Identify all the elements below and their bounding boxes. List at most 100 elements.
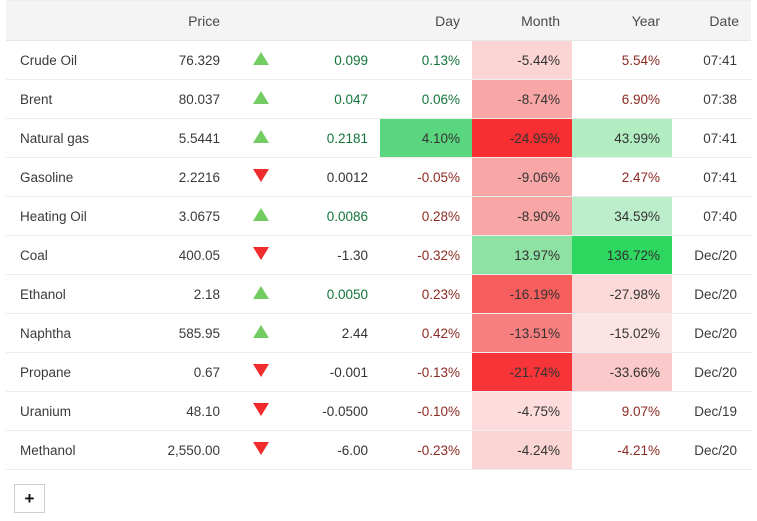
- commodity-day-pct: 0.13%: [380, 40, 472, 80]
- arrow-down-icon: [253, 169, 269, 182]
- table-row[interactable]: Gasoline 2.2216 0.0012 -0.05% -9.06% 2.47% 07:…: [6, 157, 751, 197]
- direction-cell: [232, 274, 290, 314]
- direction-cell: [232, 235, 290, 275]
- table-row[interactable]: Ethanol 2.18 0.0050 0.23% -16.19% -27.98% Dec/…: [6, 274, 751, 314]
- commodity-name[interactable]: Coal: [6, 235, 128, 275]
- direction-cell: [232, 40, 290, 80]
- table-row[interactable]: Propane 0.67 -0.001 -0.13% -21.74% -33.66% Dec…: [6, 352, 751, 392]
- arrow-up-icon: [253, 91, 269, 104]
- commodity-change: -1.30: [290, 235, 380, 275]
- commodity-year-pct: 2.47%: [572, 157, 672, 197]
- commodity-month-pct: -8.90%: [472, 196, 572, 236]
- commodity-change: -0.001: [290, 352, 380, 392]
- commodity-day-pct: 0.06%: [380, 79, 472, 119]
- column-header-year[interactable]: Year: [572, 0, 672, 41]
- commodity-name[interactable]: Propane: [6, 352, 128, 392]
- arrow-up-icon: [253, 325, 269, 338]
- commodity-year-pct: -33.66%: [572, 352, 672, 392]
- commodity-price: 2,550.00: [128, 430, 232, 470]
- commodity-price: 400.05: [128, 235, 232, 275]
- commodity-day-pct: -0.23%: [380, 430, 472, 470]
- column-header-day[interactable]: Day: [380, 0, 472, 41]
- commodity-date: 07:40: [672, 196, 751, 236]
- commodity-price: 2.18: [128, 274, 232, 314]
- column-header-direction: [232, 0, 290, 41]
- commodity-day-pct: 0.28%: [380, 196, 472, 236]
- commodity-day-pct: 4.10%: [380, 118, 472, 158]
- commodity-year-pct: 34.59%: [572, 196, 672, 236]
- commodity-date: Dec/20: [672, 352, 751, 392]
- commodities-table: Price Day Month Year Date Crude Oil 76.32…: [6, 0, 751, 470]
- direction-cell: [232, 79, 290, 119]
- table-header: Price Day Month Year Date: [6, 0, 751, 41]
- commodity-name[interactable]: Uranium: [6, 391, 128, 431]
- table-body: Crude Oil 76.329 0.099 0.13% -5.44% 5.54% 07:4…: [6, 40, 751, 470]
- add-commodity-button[interactable]: +: [14, 484, 45, 513]
- table-row[interactable]: Brent 80.037 0.047 0.06% -8.74% 6.90% 07:38: [6, 79, 751, 119]
- commodity-day-pct: -0.10%: [380, 391, 472, 431]
- commodity-month-pct: -9.06%: [472, 157, 572, 197]
- column-header-price[interactable]: Price: [128, 0, 232, 41]
- commodity-change: 0.047: [290, 79, 380, 119]
- commodity-month-pct: -16.19%: [472, 274, 572, 314]
- commodity-price: 0.67: [128, 352, 232, 392]
- commodity-day-pct: -0.05%: [380, 157, 472, 197]
- commodity-name[interactable]: Crude Oil: [6, 40, 128, 80]
- commodity-price: 80.037: [128, 79, 232, 119]
- commodity-price: 5.5441: [128, 118, 232, 158]
- table-row[interactable]: Natural gas 5.5441 0.2181 4.10% -24.95% 43.99…: [6, 118, 751, 158]
- arrow-up-icon: [253, 52, 269, 65]
- table-row[interactable]: Coal 400.05 -1.30 -0.32% 13.97% 136.72% Dec/20: [6, 235, 751, 275]
- commodity-year-pct: 136.72%: [572, 235, 672, 275]
- commodity-price: 585.95: [128, 313, 232, 353]
- arrow-down-icon: [253, 364, 269, 377]
- table-row[interactable]: Naphtha 585.95 2.44 0.42% -13.51% -15.02% Dec/…: [6, 313, 751, 353]
- direction-cell: [232, 430, 290, 470]
- commodity-year-pct: -4.21%: [572, 430, 672, 470]
- commodity-price: 2.2216: [128, 157, 232, 197]
- add-row-container: +: [0, 470, 757, 513]
- commodity-change: -6.00: [290, 430, 380, 470]
- direction-cell: [232, 196, 290, 236]
- commodity-name[interactable]: Methanol: [6, 430, 128, 470]
- commodity-month-pct: -5.44%: [472, 40, 572, 80]
- commodity-day-pct: -0.13%: [380, 352, 472, 392]
- commodities-quote-panel: Price Day Month Year Date Crude Oil 76.32…: [0, 0, 757, 521]
- commodity-price: 76.329: [128, 40, 232, 80]
- commodity-price: 48.10: [128, 391, 232, 431]
- table-row[interactable]: Crude Oil 76.329 0.099 0.13% -5.44% 5.54% 07:4…: [6, 40, 751, 80]
- commodity-year-pct: -27.98%: [572, 274, 672, 314]
- direction-cell: [232, 352, 290, 392]
- commodity-day-pct: 0.42%: [380, 313, 472, 353]
- commodity-name[interactable]: Gasoline: [6, 157, 128, 197]
- column-header-name[interactable]: [6, 0, 128, 41]
- commodity-date: Dec/20: [672, 235, 751, 275]
- table-row[interactable]: Methanol 2,550.00 -6.00 -0.23% -4.24% -4.21% D…: [6, 430, 751, 470]
- commodity-month-pct: 13.97%: [472, 235, 572, 275]
- commodity-change: 0.0050: [290, 274, 380, 314]
- commodity-month-pct: -8.74%: [472, 79, 572, 119]
- column-header-change[interactable]: [290, 0, 380, 41]
- commodity-month-pct: -21.74%: [472, 352, 572, 392]
- direction-cell: [232, 313, 290, 353]
- table-row[interactable]: Heating Oil 3.0675 0.0086 0.28% -8.90% 34.59%…: [6, 196, 751, 236]
- table-row[interactable]: Uranium 48.10 -0.0500 -0.10% -4.75% 9.07% Dec/…: [6, 391, 751, 431]
- commodity-change: 0.0086: [290, 196, 380, 236]
- commodity-name[interactable]: Natural gas: [6, 118, 128, 158]
- commodity-date: Dec/20: [672, 274, 751, 314]
- commodity-date: 07:38: [672, 79, 751, 119]
- column-header-month[interactable]: Month: [472, 0, 572, 41]
- commodity-month-pct: -24.95%: [472, 118, 572, 158]
- commodity-name[interactable]: Naphtha: [6, 313, 128, 353]
- commodity-name[interactable]: Ethanol: [6, 274, 128, 314]
- commodity-date: 07:41: [672, 40, 751, 80]
- arrow-down-icon: [253, 403, 269, 416]
- direction-cell: [232, 391, 290, 431]
- column-header-date[interactable]: Date: [672, 0, 751, 41]
- commodity-change: 0.099: [290, 40, 380, 80]
- commodity-name[interactable]: Heating Oil: [6, 196, 128, 236]
- commodity-name[interactable]: Brent: [6, 79, 128, 119]
- arrow-up-icon: [253, 208, 269, 221]
- commodity-day-pct: 0.23%: [380, 274, 472, 314]
- commodity-year-pct: 5.54%: [572, 40, 672, 80]
